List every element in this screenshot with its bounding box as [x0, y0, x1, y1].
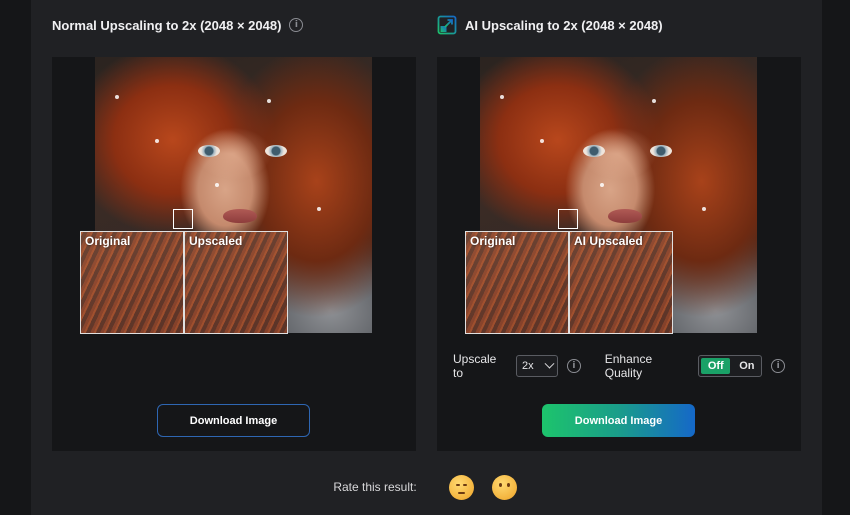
pensive-face-emoji-icon[interactable] [448, 474, 474, 500]
upscale-to-label: Upscale to [453, 352, 497, 380]
sparkle [540, 139, 544, 143]
ai-upscale-icon [437, 15, 457, 35]
sparkle [267, 99, 271, 103]
zoom-label-upscaled: Upscaled [189, 234, 243, 248]
upscale-controls: Upscale to 2x i Enhance Quality Off On i [453, 352, 785, 380]
download-image-button[interactable]: Download Image [157, 404, 310, 437]
sparkle [600, 183, 604, 187]
zoom-focus-box[interactable] [558, 209, 578, 229]
ai-upscale-header: AI Upscaling to 2x (2048 × 2048) [437, 14, 663, 36]
info-icon[interactable]: i [289, 18, 304, 32]
rate-label: Rate this result: [333, 480, 417, 494]
sparkle [652, 99, 656, 103]
zoom-label-ai-upscaled: AI Upscaled [574, 234, 643, 248]
lips [608, 209, 642, 223]
ai-upscale-panel: Original AI Upscaled Upscale to 2x i Enh… [437, 57, 801, 451]
ai-upscale-title: AI Upscaling to 2x (2048 × 2048) [465, 17, 663, 33]
chevron-down-icon [544, 358, 555, 369]
normal-upscale-title: Normal Upscaling to 2x (2048 × 2048) [52, 17, 282, 33]
zoom-label-original: Original [85, 234, 131, 248]
sparkle [702, 207, 706, 211]
zoom-ai-upscaled: AI Upscaled [569, 231, 673, 334]
eye [198, 145, 220, 157]
enhance-quality-label: Enhance Quality [604, 352, 653, 380]
sparkle [317, 207, 321, 211]
normal-upscale-header: Normal Upscaling to 2x (2048 × 2048) i [52, 14, 304, 36]
eye [583, 145, 605, 157]
zoom-original: Original [465, 231, 569, 334]
eye [265, 145, 287, 157]
sparkle [500, 95, 504, 99]
normal-upscale-panel: Original Upscaled Download Image [52, 57, 416, 451]
rating-bar: Rate this result: [0, 473, 850, 501]
toggle-off-option[interactable]: Off [701, 358, 731, 374]
sparkle [215, 183, 219, 187]
enhance-quality-toggle[interactable]: Off On [698, 355, 763, 377]
sparkle [155, 139, 159, 143]
toggle-on-option[interactable]: On [732, 356, 761, 376]
sparkle [115, 95, 119, 99]
upscale-select[interactable]: 2x [516, 355, 559, 377]
info-icon[interactable]: i [567, 359, 581, 373]
zoom-upscaled: Upscaled [184, 231, 288, 334]
lips [223, 209, 257, 223]
zoom-focus-box[interactable] [173, 209, 193, 229]
upscale-select-value: 2x [522, 360, 534, 372]
download-image-button[interactable]: Download Image [542, 404, 695, 437]
zoom-original: Original [80, 231, 184, 334]
zoom-label-original: Original [470, 234, 516, 248]
face-without-mouth-emoji-icon[interactable] [491, 474, 517, 500]
info-icon[interactable]: i [771, 359, 785, 373]
eye [650, 145, 672, 157]
